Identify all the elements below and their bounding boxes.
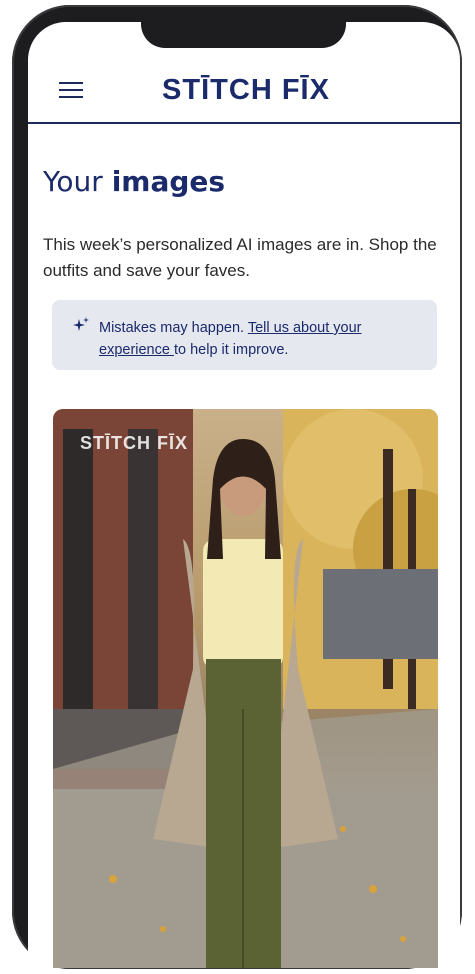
phone-screen: STĪTCH FĪX Your images This week’s perso… bbox=[28, 22, 460, 968]
page-description: This week’s personalized AI images are i… bbox=[43, 235, 437, 280]
ai-outfit-image[interactable]: STĪTCH FĪX bbox=[53, 409, 438, 968]
ai-notice-banner: Mistakes may happen. Tell us about your … bbox=[52, 300, 437, 370]
sparkle-icon bbox=[73, 317, 89, 331]
brand-logo[interactable]: STĪTCH FĪX bbox=[161, 74, 331, 107]
image-watermark: STĪTCH FĪX bbox=[80, 433, 188, 453]
outfit-photo-illustration bbox=[53, 409, 438, 968]
notice-text: Mistakes may happen. Tell us about your … bbox=[99, 320, 362, 358]
phone-notch bbox=[141, 14, 346, 48]
hamburger-menu-icon[interactable] bbox=[59, 82, 83, 100]
page-title: Your images bbox=[43, 165, 226, 198]
